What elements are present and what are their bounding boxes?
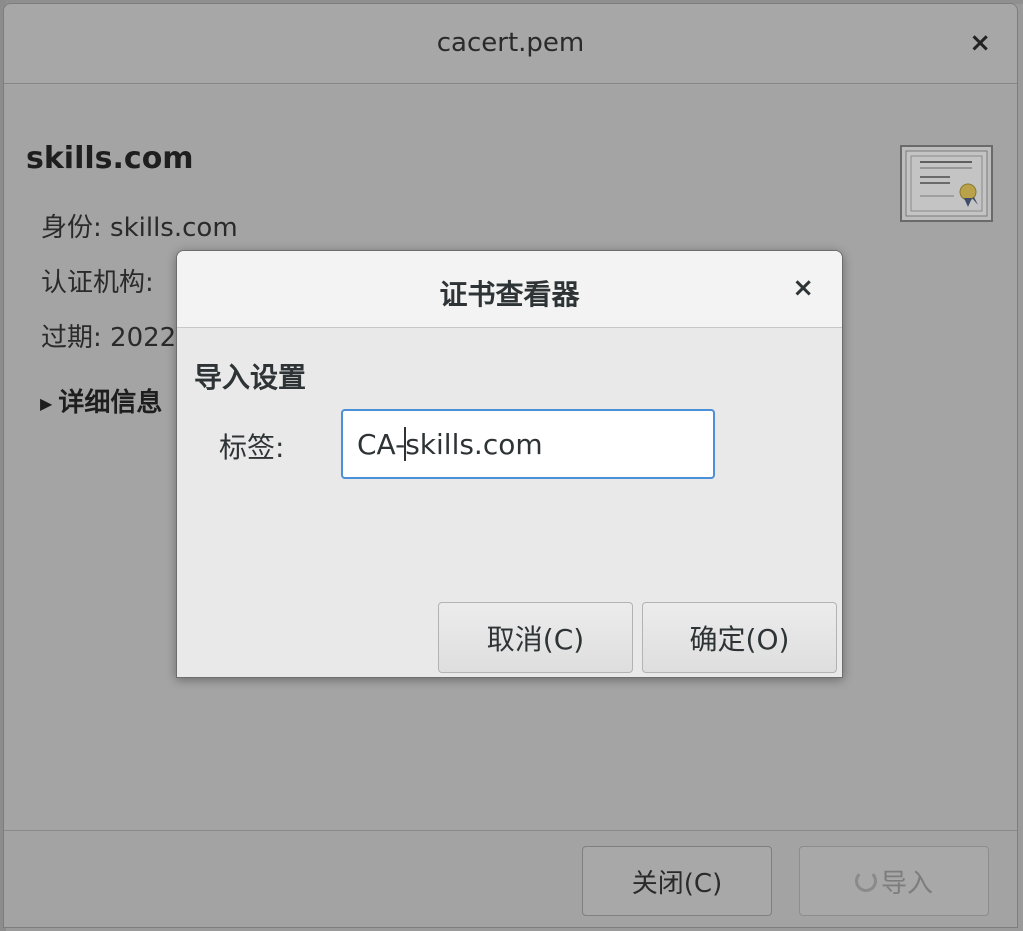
certificate-icon: [900, 145, 993, 222]
identity-row: 身份: skills.com: [41, 207, 238, 244]
import-settings-heading: 导入设置: [194, 361, 307, 394]
import-button-label: 导入: [880, 868, 933, 899]
dialog-close-icon[interactable]: ×: [792, 273, 814, 303]
label-input[interactable]: CA-skills.com: [341, 409, 715, 479]
expiry-row: 过期: 2022: [41, 317, 176, 354]
identity-value: skills.com: [110, 213, 238, 243]
dialog-titlebar: 证书查看器 ×: [177, 251, 842, 328]
identity-label: 身份:: [41, 213, 102, 243]
expiry-value: 2022: [110, 323, 177, 353]
issuer-row: 认证机构:: [41, 262, 154, 299]
input-text-before-caret: CA-: [357, 427, 406, 461]
issuer-label: 认证机构:: [41, 268, 154, 298]
import-button[interactable]: 导入: [799, 846, 989, 916]
details-label: 详细信息: [58, 388, 163, 418]
main-close-icon[interactable]: ×: [969, 28, 991, 58]
expiry-label: 过期:: [41, 323, 102, 353]
expander-arrow-icon: ▶: [40, 394, 53, 413]
import-settings-dialog: 证书查看器 × 导入设置 标签: CA-skills.com 取消(C) 确定(…: [176, 250, 843, 678]
spinner-icon: [854, 870, 877, 892]
details-expander[interactable]: ▶ 详细信息: [40, 382, 162, 419]
input-text-after-caret: skills.com: [405, 427, 543, 461]
certificate-name: skills.com: [26, 141, 194, 176]
close-button[interactable]: 关闭(C): [582, 846, 772, 916]
main-footer: 关闭(C) 导入: [4, 830, 1017, 927]
ok-button[interactable]: 确定(O): [642, 602, 837, 673]
main-titlebar: cacert.pem ×: [4, 4, 1017, 84]
dialog-title: 证书查看器: [439, 278, 580, 311]
cancel-button[interactable]: 取消(C): [438, 602, 633, 673]
label-field-label: 标签:: [219, 431, 285, 464]
main-window-title: cacert.pem: [436, 28, 585, 58]
